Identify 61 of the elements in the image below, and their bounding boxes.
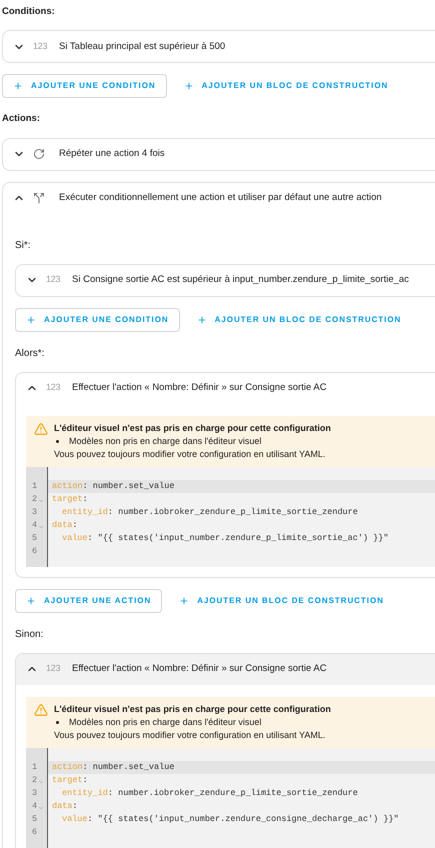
card-header[interactable]: 123 Si Tableau principal est supérieur à 500 <box>3 31 435 62</box>
code-line: data: <box>52 800 78 810</box>
bullet-icon <box>56 720 59 724</box>
code-line: entity_id: number.iobroker_zendure_p_limite_sortie_zendure <box>62 506 358 516</box>
number-icon: 123 <box>33 40 51 54</box>
line-number: 3 <box>32 786 38 800</box>
card-title: Effectuer l'action « Nombre: Définir » sur Consigne sortie AC <box>72 380 327 395</box>
section-heading: Conditions: <box>2 5 55 19</box>
line-number: 2 <box>32 492 38 506</box>
number-icon: 123 <box>46 381 64 395</box>
section-label: Sinon: <box>15 628 44 642</box>
section-heading: Actions: <box>2 112 40 126</box>
bullet-icon <box>56 440 59 442</box>
plus-icon <box>26 596 36 606</box>
plus-icon <box>179 596 190 606</box>
line-number: 6 <box>32 544 38 558</box>
card-title: Si Consigne sortie AC est supérieur à input_number.zendure_p_limite_sortie_ac <box>72 272 409 287</box>
code-line: entity_id: number.iobroker_zendure_p_limite_sortie_zendure <box>62 788 358 798</box>
card-header[interactable]: 123 Si Consigne sortie AC est supérieur à input_number.zendure_p_limite_sortie_ac <box>16 264 435 296</box>
card-title: Exécuter conditionnellement une action et utiliser par défaut une autre action <box>59 190 382 205</box>
warning-icon <box>34 422 48 436</box>
code-line: target: <box>52 774 88 784</box>
warning-title: L'éditeur visuel n'est pas pris en charge pour cette configuration <box>54 422 331 434</box>
line-number: 1 <box>32 760 38 774</box>
plus-icon <box>13 81 23 92</box>
card-header[interactable]: Exécuter conditionnellement une action et utiliser par défaut une autre action <box>3 182 435 214</box>
plus-icon <box>184 81 194 92</box>
line-number: 2 <box>32 774 38 786</box>
section-label: Si*: <box>15 238 31 252</box>
card-header[interactable]: 123 Effectuer l'action « Nombre: Définir » sur Consigne sortie AC <box>16 372 435 404</box>
card-header[interactable]: 123 Effectuer l'action « Nombre: Définir » sur Consigne sortie AC <box>16 654 435 684</box>
warning-text: Vous pouvez toujours modifier votre configuration en utilisant YAML. <box>54 448 326 460</box>
card-title: Si Tableau principal est supérieur à 500 <box>59 40 226 54</box>
code-line: value: "{{ states('input_number.zendure_consigne_decharge_ac') }}" <box>62 814 399 824</box>
warning-title: L'éditeur visuel n'est pas pris en charge pour cette configuration <box>54 702 331 716</box>
number-icon: 123 <box>46 662 64 676</box>
warning-bullet: Modèles non pris en charge dans l'éditeur visuel <box>69 716 262 728</box>
refresh-icon <box>33 148 45 160</box>
line-number: 4 <box>32 800 38 812</box>
code-line: data: <box>52 520 78 530</box>
line-number: 3 <box>32 506 38 518</box>
split-icon <box>33 192 45 204</box>
line-number: 1 <box>32 480 38 492</box>
plus-icon <box>196 314 207 324</box>
line-number: 4 <box>32 518 38 532</box>
section-label: Alors*: <box>15 346 44 360</box>
line-number: 5 <box>32 532 38 544</box>
card-title: Répéter une action 4 fois <box>59 146 165 161</box>
warning-icon <box>34 702 48 716</box>
code-line: value: "{{ states('input_number.zendure_p_limite_sortie_ac') }}" <box>62 532 388 542</box>
line-number: 5 <box>32 812 38 826</box>
card-header[interactable]: Répéter une action 4 fois <box>3 138 435 170</box>
code-line: action: number.set_value <box>52 762 174 772</box>
line-number: 6 <box>32 826 38 838</box>
card-title: Effectuer l'action « Nombre: Définir » sur Consigne sortie AC <box>72 662 327 676</box>
code-line: target: <box>52 494 88 504</box>
warning-text: Vous pouvez toujours modifier votre configuration en utilisant YAML. <box>54 728 326 742</box>
warning-bullet: Modèles non pris en charge dans l'éditeur visuel <box>69 434 262 448</box>
number-icon: 123 <box>46 273 64 287</box>
code-line: action: number.set_value <box>52 480 174 490</box>
plus-icon <box>26 314 36 324</box>
